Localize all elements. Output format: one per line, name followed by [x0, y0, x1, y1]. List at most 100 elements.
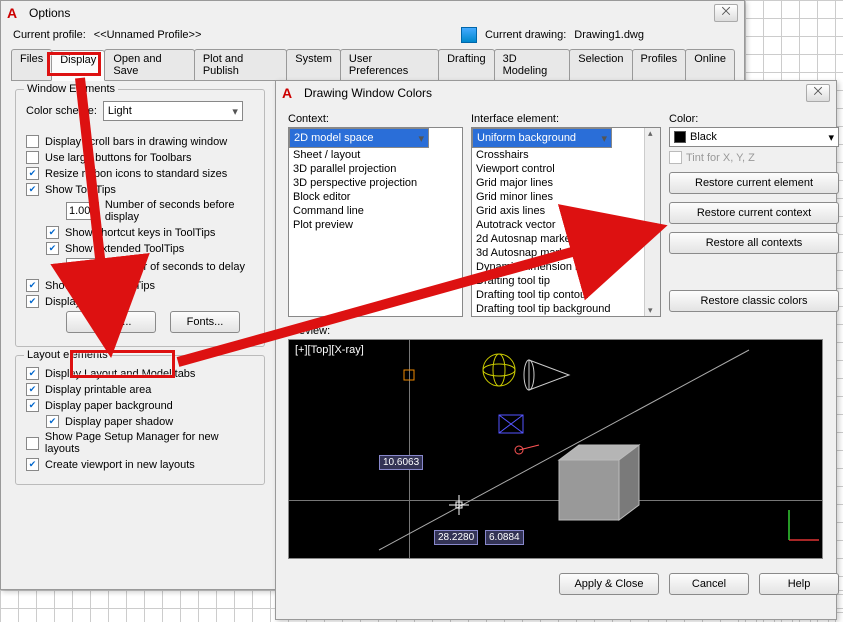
- list-item[interactable]: Drafting tool tip contour: [472, 288, 644, 302]
- list-item[interactable]: Grid axis lines: [472, 204, 644, 218]
- colors-title: Drawing Window Colors: [304, 86, 432, 100]
- paper-shadow-label: Display paper shadow: [65, 416, 173, 428]
- context-listbox[interactable]: 2D model space Sheet / layout 3D paralle…: [288, 127, 463, 317]
- autocad-icon: A: [282, 85, 298, 101]
- show-tooltips-label: Show ToolTips: [45, 184, 116, 196]
- display-tabs-check[interactable]: [26, 367, 39, 380]
- tab-profiles[interactable]: Profiles: [632, 49, 687, 80]
- list-item[interactable]: Command line: [289, 204, 462, 218]
- color-value: Black: [690, 131, 717, 143]
- tab-open-save[interactable]: Open and Save: [104, 49, 195, 80]
- options-tabs: Files Display Open and Save Plot and Pub…: [11, 49, 734, 81]
- file-tabs-label: Display File Tabs: [45, 296, 128, 308]
- list-item[interactable]: Drafting tool tip: [472, 274, 644, 288]
- options-title: Options: [29, 6, 70, 20]
- tab-plot-publish[interactable]: Plot and Publish: [194, 49, 287, 80]
- colors-titlebar[interactable]: A Drawing Window Colors ⨉: [276, 81, 836, 105]
- tab-display[interactable]: Display: [51, 50, 105, 81]
- create-viewport-label: Create viewport in new layouts: [45, 459, 195, 471]
- tooltip-delay-input[interactable]: 1.00: [66, 202, 99, 220]
- create-viewport-check[interactable]: [26, 458, 39, 471]
- coord-readout-1: 10.6063: [379, 455, 423, 470]
- ext-delay-label: Number of seconds to delay: [108, 261, 245, 273]
- large-buttons-label: Use large buttons for Toolbars: [45, 152, 192, 164]
- close-icon[interactable]: ⨉: [714, 4, 738, 22]
- scrollbar[interactable]: [644, 128, 660, 316]
- rollover-label: Show rollover ToolTips: [45, 280, 155, 292]
- drawing-window-colors-dialog: A Drawing Window Colors ⨉ Context: 2D mo…: [275, 80, 837, 620]
- show-tooltips-check[interactable]: [26, 183, 39, 196]
- list-item[interactable]: Grid major lines: [472, 176, 644, 190]
- resize-ribbon-check[interactable]: [26, 167, 39, 180]
- scrollbars-check[interactable]: [26, 135, 39, 148]
- layout-elements-legend: Layout elements: [24, 349, 111, 361]
- list-item[interactable]: Dynamic dimension lines: [472, 260, 644, 274]
- rollover-check[interactable]: [26, 279, 39, 292]
- tab-user-prefs[interactable]: User Preferences: [340, 49, 439, 80]
- page-setup-check[interactable]: [26, 437, 39, 450]
- list-item[interactable]: Viewport control: [472, 162, 644, 176]
- tab-files[interactable]: Files: [11, 49, 52, 80]
- window-elements-legend: Window Elements: [24, 83, 118, 95]
- printable-check[interactable]: [26, 383, 39, 396]
- list-item[interactable]: Drafting tool tip background: [472, 302, 644, 316]
- tab-selection[interactable]: Selection: [569, 49, 632, 80]
- paper-bg-label: Display paper background: [45, 400, 173, 412]
- list-item[interactable]: 3d Autosnap marker: [472, 246, 644, 260]
- element-listbox[interactable]: Uniform background Crosshairs Viewport c…: [471, 127, 661, 317]
- preview-area: [+][Top][X-ray]: [288, 339, 823, 559]
- shortcut-keys-label: Show shortcut keys in ToolTips: [65, 227, 215, 239]
- ext-delay-input[interactable]: 2: [66, 258, 102, 276]
- colors-button[interactable]: Colors...: [66, 311, 156, 333]
- coord-readout-2a: 28.2280: [434, 530, 478, 545]
- extended-tooltips-check[interactable]: [46, 242, 59, 255]
- color-scheme-label: Color scheme:: [26, 105, 97, 117]
- restore-element-button[interactable]: Restore current element: [669, 172, 839, 194]
- apply-close-button[interactable]: Apply & Close: [559, 573, 659, 595]
- tab-drafting[interactable]: Drafting: [438, 49, 495, 80]
- element-label: Interface element:: [471, 113, 661, 125]
- list-item[interactable]: Block editor: [289, 190, 462, 204]
- list-item[interactable]: Uniform background: [472, 128, 612, 148]
- list-item[interactable]: Plot preview: [289, 218, 462, 232]
- tint-label: Tint for X, Y, Z: [686, 152, 755, 164]
- dwg-icon: [461, 27, 477, 43]
- tab-online[interactable]: Online: [685, 49, 735, 80]
- fonts-button[interactable]: Fonts...: [170, 311, 240, 333]
- tint-check: [669, 151, 682, 164]
- restore-context-button[interactable]: Restore current context: [669, 202, 839, 224]
- preview-label: Preview:: [288, 325, 839, 337]
- close-icon[interactable]: ⨉: [806, 84, 830, 102]
- list-item[interactable]: 3D perspective projection: [289, 176, 462, 190]
- page-setup-label: Show Page Setup Manager for new layouts: [45, 431, 254, 455]
- tooltip-delay-label: Number of seconds before display: [105, 199, 254, 223]
- paper-shadow-check[interactable]: [46, 415, 59, 428]
- current-profile-label: Current profile:: [13, 29, 86, 41]
- restore-classic-button[interactable]: Restore classic colors: [669, 290, 839, 312]
- cancel-button[interactable]: Cancel: [669, 573, 749, 595]
- context-label: Context:: [288, 113, 463, 125]
- list-item[interactable]: 2D model space: [289, 128, 429, 148]
- list-item[interactable]: Grid minor lines: [472, 190, 644, 204]
- list-item[interactable]: Sheet / layout: [289, 148, 462, 162]
- help-button[interactable]: Help: [759, 573, 839, 595]
- tab-3d-modeling[interactable]: 3D Modeling: [494, 49, 571, 80]
- options-titlebar[interactable]: A Options ⨉: [1, 1, 744, 25]
- current-profile-value: <<Unnamed Profile>>: [94, 29, 202, 41]
- restore-all-button[interactable]: Restore all contexts: [669, 232, 839, 254]
- printable-label: Display printable area: [45, 384, 151, 396]
- tab-system[interactable]: System: [286, 49, 341, 80]
- list-item[interactable]: 3D parallel projection: [289, 162, 462, 176]
- list-item[interactable]: Control vertices hull: [472, 316, 644, 317]
- list-item[interactable]: Crosshairs: [472, 148, 644, 162]
- large-buttons-check[interactable]: [26, 151, 39, 164]
- file-tabs-check[interactable]: [26, 295, 39, 308]
- color-select[interactable]: Black: [669, 127, 839, 147]
- color-scheme-select[interactable]: Light: [103, 101, 243, 121]
- list-item[interactable]: 2d Autosnap marker: [472, 232, 644, 246]
- resize-ribbon-label: Resize ribbon icons to standard sizes: [45, 168, 227, 180]
- paper-bg-check[interactable]: [26, 399, 39, 412]
- display-tabs-label: Display Layout and Model tabs: [45, 368, 195, 380]
- list-item[interactable]: Autotrack vector: [472, 218, 644, 232]
- shortcut-keys-check[interactable]: [46, 226, 59, 239]
